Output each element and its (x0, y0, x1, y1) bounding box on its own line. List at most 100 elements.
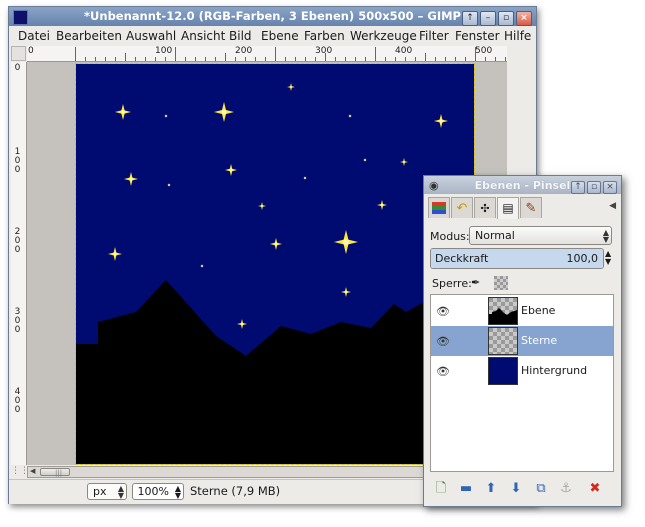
undo-history-tab-icon[interactable]: ↶ (451, 197, 473, 218)
star-core (261, 205, 263, 207)
layer-group-icon[interactable]: ▬ (457, 480, 475, 498)
channels-tab-icon[interactable]: ▤ (497, 197, 519, 219)
horizontal-scrollbar[interactable]: ◀ ||| ▶ (27, 466, 457, 478)
menu-datei[interactable]: Datei (18, 29, 50, 43)
star-core (364, 159, 366, 161)
star-core (201, 265, 203, 267)
star-core (121, 110, 125, 114)
status-message: Sterne (7,9 MB) (190, 484, 281, 498)
window-shade-button[interactable]: ↑ (462, 11, 478, 26)
layers-button-bar: 🗋 ▬ ⬆ ⬇ ⧉ ⚓ ✖ (430, 480, 615, 500)
ruler-label: 200 (235, 46, 253, 56)
opacity-label: Deckkraft (435, 252, 489, 265)
window-minimize-button[interactable]: – (480, 11, 496, 26)
window-maximize-button[interactable]: ▫ (498, 11, 514, 26)
image-window-titlebar[interactable]: *Unbenannt-12.0 (RGB-Farben, 3 Ebenen) 5… (9, 7, 536, 26)
ruler-label: 1 0 0 (14, 147, 21, 175)
chain-toggle[interactable] (459, 362, 473, 380)
menu-hilfe[interactable]: Hilfe (504, 29, 531, 43)
layer-thumbnail (488, 357, 518, 385)
layer-name: Sterne (521, 334, 558, 347)
star-core (221, 109, 227, 115)
layer-row-hintergrund[interactable]: 👁 Hintergrund (431, 356, 613, 386)
delete-layer-icon[interactable]: ✖ (586, 480, 604, 498)
layer-row-ebene[interactable]: 👁 Ebene (431, 296, 613, 326)
image-canvas[interactable] (75, 63, 475, 465)
dialog-shade-button[interactable]: ↑ (571, 181, 585, 194)
menu-werkzeuge[interactable]: Werkzeuge (350, 29, 417, 43)
ruler-label: 300 (315, 46, 333, 56)
chain-toggle[interactable] (459, 302, 473, 320)
layer-name: Ebene (521, 304, 556, 317)
menu-ebene[interactable]: Ebene (261, 29, 299, 43)
lock-alpha-icon[interactable] (494, 276, 508, 290)
star-core (113, 252, 117, 256)
opacity-value: 100,0 (566, 252, 599, 265)
opacity-slider[interactable]: Deckkraft 100,0 (430, 248, 604, 269)
vertical-ruler[interactable]: 0 1 0 0 2 0 0 3 0 0 4 0 0 (11, 62, 27, 465)
dock-tabs: ↶ ✣ ▤ ✎ ◀ (428, 197, 617, 219)
zoom-field[interactable]: 100% ▲ ▼ (132, 483, 184, 500)
layers-tab-icon[interactable] (428, 197, 450, 218)
menu-auswahl[interactable]: Auswahl (126, 29, 176, 43)
dialog-close-button[interactable]: × (603, 181, 617, 194)
dock-menu-icon[interactable]: ◀ (609, 201, 616, 211)
lock-pixels-brush-icon[interactable]: ✒ (471, 276, 485, 290)
ruler-label: 500 (475, 46, 493, 56)
ruler-label: 100 (155, 46, 173, 56)
new-layer-icon[interactable]: 🗋 (432, 480, 450, 498)
layer-row-sterne[interactable]: 👁 Sterne (431, 326, 613, 356)
visibility-eye-icon[interactable]: 👁 (436, 365, 450, 378)
menu-bild[interactable]: Bild (229, 29, 252, 43)
star-core (343, 239, 349, 245)
mode-dropdown-icon: ▲ ▼ (602, 228, 609, 244)
layers-dialog: ◉ Ebenen - Pinsel ↑ ▫ × ↶ ✣ ▤ ✎ ◀ Modus: N… (423, 175, 622, 507)
star-core (380, 203, 384, 207)
star-core (165, 115, 167, 117)
lock-label: Sperre: (432, 277, 472, 290)
star-core (290, 86, 292, 88)
menu-ansicht[interactable]: Ansicht (181, 29, 225, 43)
menu-filter[interactable]: Filter (419, 29, 449, 43)
visibility-eye-icon[interactable]: 👁 (436, 335, 450, 348)
chain-toggle[interactable] (459, 332, 473, 350)
scroll-left-icon[interactable]: ◀ (30, 467, 35, 475)
unit-selector[interactable]: px ▲ ▼ (87, 483, 127, 500)
brush-tab-icon[interactable]: ✎ (520, 197, 542, 218)
window-close-button[interactable]: × (516, 11, 532, 26)
layers-list: 👁 Ebene 👁 Sterne 👁 Hintergrund (430, 294, 614, 472)
zoom-value: 100% (137, 485, 169, 498)
lower-layer-icon[interactable]: ⬇ (507, 480, 525, 498)
star-core (439, 119, 443, 123)
star-core (349, 115, 351, 117)
star-core (344, 290, 348, 294)
raise-layer-icon[interactable]: ⬆ (482, 480, 500, 498)
zoom-dropdown-icon[interactable]: ▲ ▼ (175, 485, 181, 500)
star-core (240, 322, 244, 326)
dialog-maximize-button[interactable]: ▫ (587, 181, 601, 194)
mode-combo[interactable]: Normal ▲ ▼ (469, 226, 612, 245)
star-core (274, 242, 278, 246)
navigate-icon[interactable]: ⋮⋮ (11, 466, 29, 479)
anchor-layer-icon[interactable]: ⚓ (557, 480, 575, 498)
star-core (403, 161, 405, 163)
mode-label: Modus: (430, 230, 470, 243)
menu-farben[interactable]: Farben (304, 29, 345, 43)
horizontal-ruler[interactable]: 0 100 200 300 400 500 (27, 46, 507, 62)
ruler-label: 400 (395, 46, 413, 56)
layers-dialog-titlebar[interactable]: ◉ Ebenen - Pinsel ↑ ▫ × (424, 176, 621, 194)
ruler-label: 4 0 0 (14, 387, 21, 415)
scrollbar-thumb[interactable]: ||| (40, 468, 70, 477)
menubar: Datei Bearbeiten Auswahl Ansicht Bild Eb… (9, 27, 536, 45)
layer-name: Hintergrund (521, 364, 588, 377)
duplicate-layer-icon[interactable]: ⧉ (532, 480, 550, 498)
quick-mask-corner[interactable] (11, 46, 26, 61)
star-core (304, 177, 306, 179)
menu-fenster[interactable]: Fenster (455, 29, 500, 43)
menu-bearbeiten[interactable]: Bearbeiten (56, 29, 122, 43)
ruler-label: 0 (28, 46, 34, 56)
visibility-eye-icon[interactable]: 👁 (436, 305, 450, 318)
paths-tab-icon[interactable]: ✣ (474, 197, 496, 218)
opacity-spin-icon[interactable]: ▲ ▼ (605, 250, 611, 266)
image-content (76, 64, 474, 464)
